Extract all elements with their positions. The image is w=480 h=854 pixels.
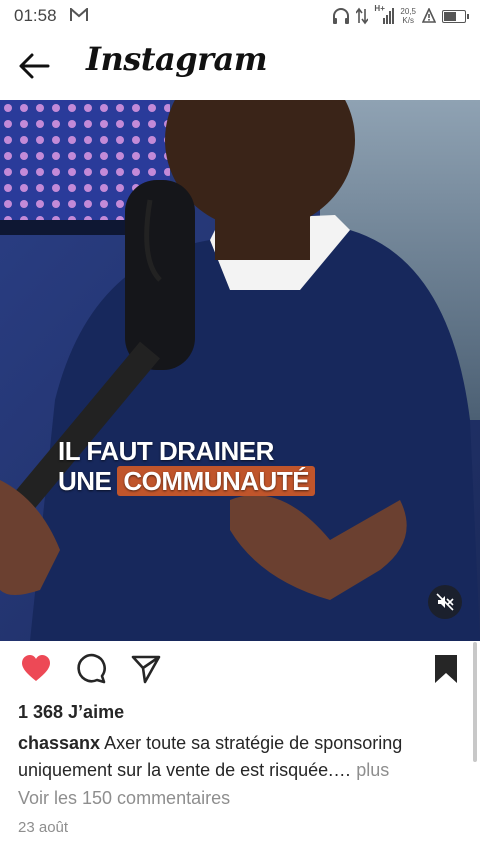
network-speed: 20,5 K/s xyxy=(400,7,416,25)
likes-count[interactable]: 1 368 J’aime xyxy=(18,702,124,723)
more-link[interactable]: plus xyxy=(356,760,389,780)
video-caption-highlight: COMMUNAUTÉ xyxy=(117,466,316,496)
data-arrows-icon xyxy=(356,7,369,25)
post-actions xyxy=(0,641,480,697)
status-time: 01:58 xyxy=(14,6,57,25)
status-bar: 01:58 H+ 20,5 K/s xyxy=(0,0,480,32)
view-comments-link[interactable]: Voir les 150 commentaires xyxy=(18,788,230,809)
app-header: Instagram xyxy=(0,32,480,100)
post-date: 23 août xyxy=(18,819,69,836)
username[interactable]: chassanx xyxy=(18,733,100,753)
speed-unit: K/s xyxy=(402,16,414,25)
share-icon[interactable] xyxy=(130,653,162,685)
comment-icon[interactable] xyxy=(75,653,107,685)
mute-button[interactable] xyxy=(428,585,462,619)
headphones-icon xyxy=(333,8,350,24)
scrollbar[interactable] xyxy=(473,642,477,762)
video-caption: IL FAUT DRAINER UNE COMMUNAUTÉ xyxy=(58,436,316,496)
video-caption-line1: IL FAUT DRAINER xyxy=(58,436,274,466)
alarm-icon xyxy=(422,8,436,23)
bookmark-icon[interactable] xyxy=(430,653,462,685)
video-frame xyxy=(0,100,480,641)
status-icons: H+ 20,5 K/s xyxy=(332,4,469,28)
signal-icon: H+ xyxy=(374,4,395,25)
heart-icon[interactable] xyxy=(20,653,52,685)
post-caption: chassanx Axer toute sa stratégie de spon… xyxy=(18,730,458,784)
back-arrow-icon[interactable] xyxy=(16,50,52,82)
instagram-logo: Instagram xyxy=(86,40,268,78)
mail-icon xyxy=(70,8,88,21)
mute-icon xyxy=(436,593,454,611)
video-caption-prefix: UNE xyxy=(58,466,112,496)
post-video[interactable]: IL FAUT DRAINER UNE COMMUNAUTÉ xyxy=(0,100,480,641)
battery-icon xyxy=(442,9,469,23)
video-caption-line2: UNE COMMUNAUTÉ xyxy=(58,466,316,496)
speed-value: 20,5 xyxy=(400,7,416,16)
